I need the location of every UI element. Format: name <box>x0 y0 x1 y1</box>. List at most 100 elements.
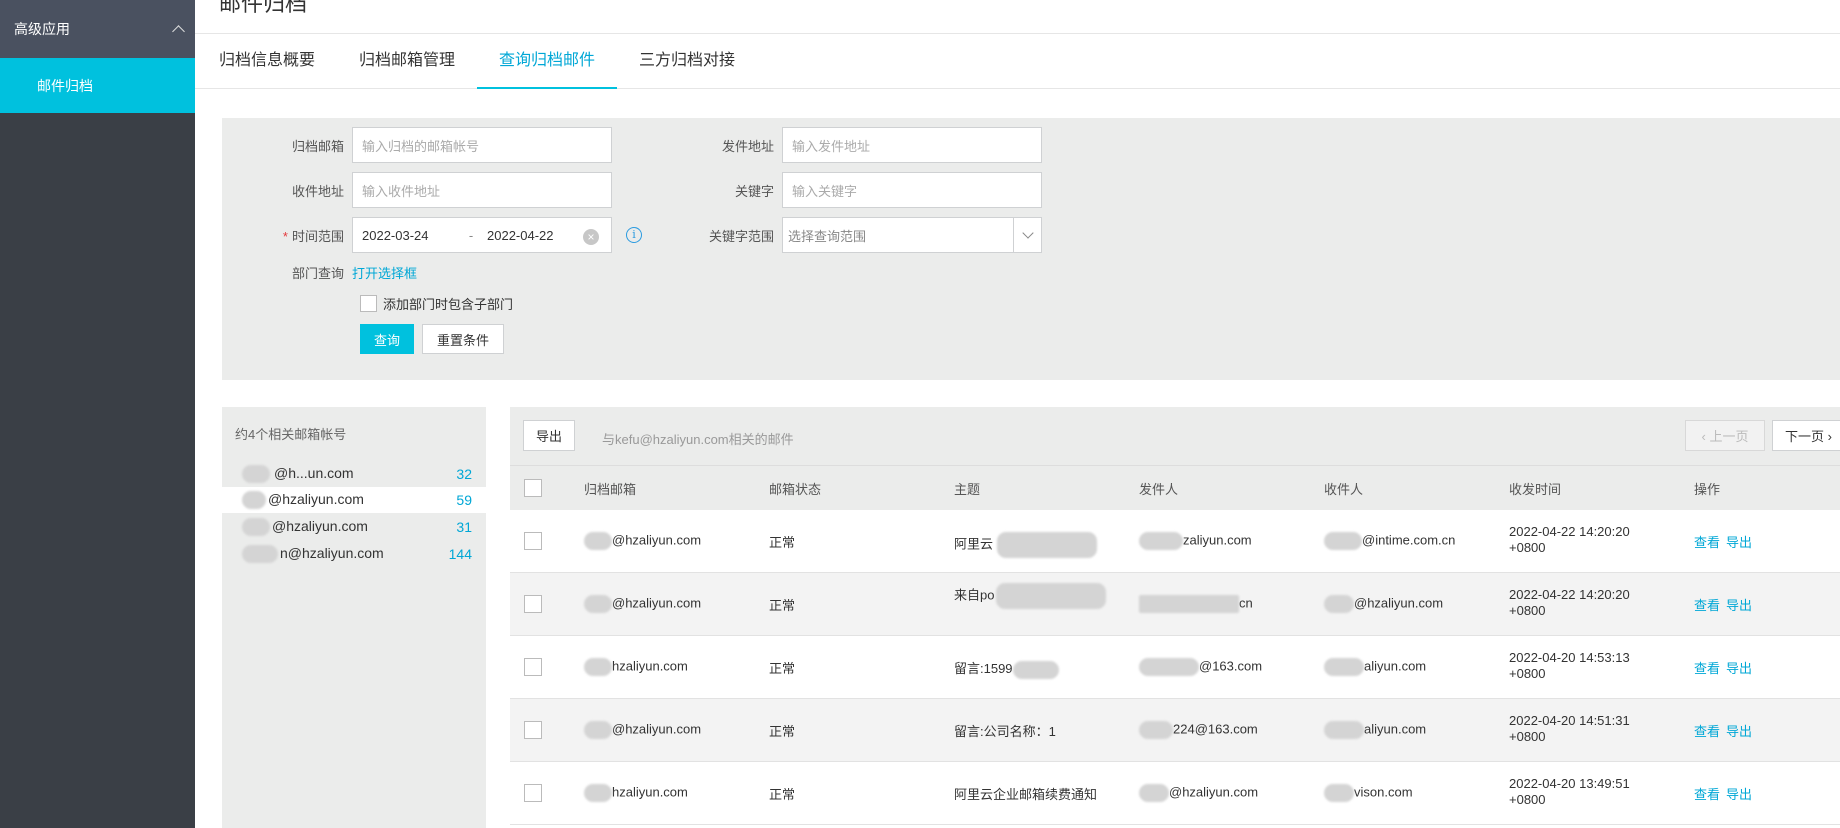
column-header: 收发时间 <box>1509 481 1562 497</box>
sidebar-item-mail-archive[interactable]: 邮件归档 <box>0 58 195 113</box>
tab-label: 归档邮箱管理 <box>359 52 456 69</box>
recipient-input[interactable]: 输入收件地址 <box>352 172 612 208</box>
row-to: @intime.com.cn <box>1324 532 1455 550</box>
row-checkbox[interactable] <box>524 595 542 613</box>
view-link[interactable]: 查看 <box>1694 661 1720 676</box>
row-subject: 留言:公司名称：1 <box>954 724 1056 739</box>
open-department-selector-link[interactable]: 打开选择框 <box>352 263 417 282</box>
select-all-checkbox[interactable] <box>524 479 542 497</box>
date-range-picker[interactable]: 2022-03-24 - 2022-04-22 × <box>352 217 612 253</box>
row-time: 2022-04-20 13:49:51 +0800 <box>1509 776 1630 807</box>
row-mailbox: @hzaliyun.com <box>584 721 701 739</box>
row-to: vison.com <box>1324 784 1413 802</box>
account-email: n@hzaliyun.com <box>242 545 384 564</box>
row-time: 2022-04-20 14:53:13 +0800 <box>1509 650 1630 681</box>
view-link[interactable]: 查看 <box>1694 724 1720 739</box>
row-subject: 来自po <box>954 583 1107 609</box>
row-checkbox[interactable] <box>524 721 542 739</box>
department-label: 部门查询 <box>291 265 344 281</box>
tab-label: 查询归档邮件 <box>499 52 596 69</box>
account-mail-count: 32 <box>456 466 472 482</box>
account-item[interactable]: n@hzaliyun.com 144 <box>222 541 486 567</box>
account-mail-count: 31 <box>456 519 472 535</box>
table-header: 归档邮箱 邮箱状态 主题 发件人 收件人 收发时间 操作 <box>510 465 1840 510</box>
account-item-selected[interactable]: @hzaliyun.com 59 <box>222 487 486 513</box>
row-from: 224@163.com <box>1139 721 1258 739</box>
view-link[interactable]: 查看 <box>1694 535 1720 550</box>
column-header: 邮箱状态 <box>769 481 822 497</box>
table-row[interactable]: hzaliyun.com 正常 留言:1599 @163.com aliyun.… <box>510 636 1840 699</box>
row-to: @hzaliyun.com <box>1324 595 1443 613</box>
row-mailbox: hzaliyun.com <box>584 784 688 802</box>
account-item[interactable]: @h...un.com 32 <box>222 461 486 487</box>
account-mail-count: 59 <box>456 492 472 508</box>
keyword-label: 关键字 <box>734 183 774 199</box>
keyword-scope-label: 关键字范围 <box>708 228 774 244</box>
tab-archive-overview[interactable]: 归档信息概要 <box>219 34 337 88</box>
tab-query-archived-mail[interactable]: 查询归档邮件 <box>477 34 618 89</box>
row-checkbox[interactable] <box>524 532 542 550</box>
row-checkbox[interactable] <box>524 658 542 676</box>
table-row[interactable]: @hzaliyun.com 正常 阿里云 zaliyun.com @intime… <box>510 510 1840 573</box>
placeholder-text: 输入收件地址 <box>362 183 441 199</box>
table-row[interactable]: @hzaliyun.com 正常 来自po cn @hzaliyun.com 2… <box>510 573 1840 636</box>
row-status: 正常 <box>769 598 796 613</box>
export-button[interactable]: 导出 <box>523 420 576 451</box>
sidebar: 高级应用 邮件归档 <box>0 0 195 828</box>
archive-mailbox-input[interactable]: 输入归档的邮箱帐号 <box>352 127 612 163</box>
related-accounts-title: 约4个相关邮箱帐号 <box>235 427 347 442</box>
row-from: @hzaliyun.com <box>1139 784 1258 802</box>
row-time: 2022-04-22 14:20:20 +0800 <box>1509 587 1630 618</box>
reset-button[interactable]: 重置条件 <box>422 324 505 354</box>
row-actions: 查看 导出 <box>1694 721 1758 740</box>
view-link[interactable]: 查看 <box>1694 598 1720 613</box>
view-link[interactable]: 查看 <box>1694 787 1720 802</box>
related-accounts-panel: 约4个相关邮箱帐号 @h...un.com 32 @hzaliyun.com 5… <box>222 407 486 828</box>
sidebar-group-advanced[interactable]: 高级应用 <box>0 0 195 58</box>
sender-input[interactable]: 输入发件地址 <box>782 127 1042 163</box>
row-time: 2022-04-20 14:51:31 +0800 <box>1509 713 1630 744</box>
chevron-down-icon[interactable] <box>1013 218 1041 252</box>
account-item[interactable]: @hzaliyun.com 31 <box>222 514 486 540</box>
row-actions: 查看 导出 <box>1694 595 1758 614</box>
info-icon[interactable]: i <box>626 227 642 243</box>
keyword-scope-select[interactable]: 选择查询范围 <box>782 217 1042 253</box>
row-actions: 查看 导出 <box>1694 658 1758 677</box>
tab-archive-mailbox-manage[interactable]: 归档邮箱管理 <box>337 34 477 88</box>
include-subdepartment-checkbox[interactable] <box>360 295 377 312</box>
required-mark: * <box>282 228 288 244</box>
tab-third-party-archive[interactable]: 三方归档对接 <box>617 34 757 88</box>
table-row[interactable]: hzaliyun.com 正常 阿里云企业邮箱续费通知 @hzaliyun.co… <box>510 762 1840 825</box>
row-status: 正常 <box>769 535 796 550</box>
export-link[interactable]: 导出 <box>1726 787 1752 802</box>
export-link[interactable]: 导出 <box>1726 661 1752 676</box>
results-panel: 导出 与kefu@hzaliyun.com相关的邮件 ‹ 上一页 下一页 › 归… <box>510 407 1840 828</box>
placeholder-text: 输入关键字 <box>792 183 858 199</box>
row-from: zaliyun.com <box>1139 532 1252 550</box>
row-status: 正常 <box>769 787 796 802</box>
include-subdepartment-label: 添加部门时包含子部门 <box>383 297 514 312</box>
search-filter-panel: 归档邮箱 输入归档的邮箱帐号 发件地址 输入发件地址 收件地址 输入收件地址 关… <box>222 118 1840 380</box>
export-link[interactable]: 导出 <box>1726 724 1752 739</box>
account-email: @h...un.com <box>242 465 354 484</box>
row-to: aliyun.com <box>1324 721 1426 739</box>
results-toolbar: 导出 与kefu@hzaliyun.com相关的邮件 ‹ 上一页 下一页 › <box>510 407 1840 465</box>
row-checkbox[interactable] <box>524 784 542 802</box>
export-link[interactable]: 导出 <box>1726 598 1752 613</box>
prev-page-button[interactable]: ‹ 上一页 <box>1685 420 1765 451</box>
next-page-button[interactable]: 下一页 › <box>1772 420 1840 451</box>
search-button[interactable]: 查询 <box>360 324 415 354</box>
time-range-label-text: 时间范围 <box>291 228 344 244</box>
row-time: 2022-04-22 14:20:20 +0800 <box>1509 524 1630 555</box>
end-date[interactable]: 2022-04-22 <box>479 228 554 243</box>
start-date[interactable]: 2022-03-24 <box>353 228 463 243</box>
export-link[interactable]: 导出 <box>1726 535 1752 550</box>
table-row[interactable]: @hzaliyun.com 正常 留言:公司名称：1 224@163.com a… <box>510 699 1840 762</box>
tab-bar: 归档信息概要 归档邮箱管理 查询归档邮件 三方归档对接 <box>195 34 1840 89</box>
sender-label: 发件地址 <box>721 138 774 154</box>
row-actions: 查看 导出 <box>1694 784 1758 803</box>
keyword-input[interactable]: 输入关键字 <box>782 172 1042 208</box>
clear-icon[interactable]: × <box>583 229 599 245</box>
row-subject: 留言:1599 <box>954 658 1059 679</box>
date-separator: - <box>468 227 474 243</box>
